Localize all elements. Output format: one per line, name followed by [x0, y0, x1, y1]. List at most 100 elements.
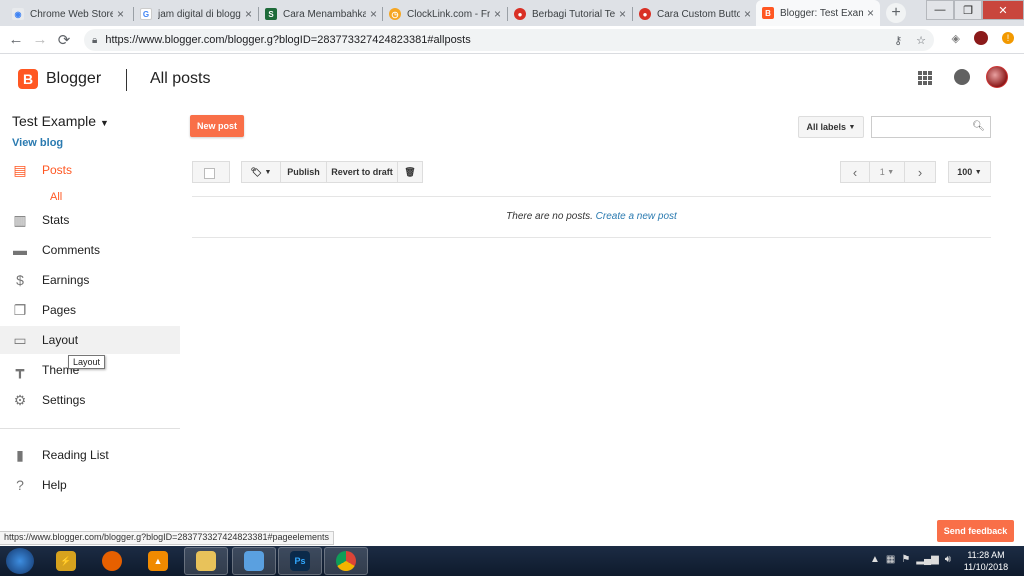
dollar-icon: $ [16, 272, 24, 288]
sidebar-item-earnings[interactable]: $ Earnings [0, 266, 180, 294]
close-tab-icon[interactable]: × [619, 7, 626, 21]
next-page-button[interactable]: › [904, 161, 936, 183]
signal-icon[interactable]: ▂▄▆ [916, 554, 938, 565]
volume-icon[interactable]: 🔊︎ [945, 554, 951, 565]
search-icon[interactable]: 🔍︎ [972, 121, 985, 132]
page-number: 1 [879, 167, 885, 177]
sidebar-item-pages[interactable]: ❐ Pages [0, 296, 180, 324]
restore-button[interactable]: ❐ [954, 0, 982, 20]
page-size-select[interactable]: 100 ▼ [948, 161, 991, 183]
sidebar-item-reading-list[interactable]: ▮ Reading List [0, 441, 180, 469]
help-icon: ? [16, 477, 24, 493]
taskbar-app-chrome[interactable] [324, 547, 368, 575]
flag-icon[interactable]: ⚑ [901, 554, 910, 565]
prev-page-button[interactable]: ‹ [840, 161, 870, 183]
clock-icon: ◷ [389, 8, 401, 20]
taskbar-app-desktop[interactable] [232, 547, 276, 575]
tab-cara-menambahkan[interactable]: S Cara Menambahka × [259, 2, 383, 26]
sidebar-item-label: Layout [42, 333, 79, 347]
sidebar: Test Example ▼ View blog ▤ Posts All ▥ Sta… [0, 103, 180, 543]
app-header: B Blogger All posts [0, 55, 1024, 103]
tab-title: Berbagi Tutorial Te [532, 8, 615, 20]
revert-to-draft-button[interactable]: Revert to draft [326, 161, 398, 183]
taskbar-app-explorer[interactable] [184, 547, 228, 575]
url-bar[interactable]: 🔒︎ https://www.blogger.com/blogger.g?blo… [84, 29, 934, 51]
view-blog-link[interactable]: View blog [12, 137, 63, 149]
blog-name: Test Example [12, 113, 97, 129]
tab-title: jam digital di blogg [158, 8, 241, 20]
tab-cara-custom-button[interactable]: ● Cara Custom Butto × [633, 2, 757, 26]
pages-icon: ❐ [13, 301, 27, 318]
tab-clocklink[interactable]: ◷ ClockLink.com - Fre × [383, 2, 507, 26]
send-feedback-button[interactable]: Send feedback [937, 520, 1014, 542]
star-icon[interactable]: ☆ [916, 34, 926, 47]
sidebar-item-label: Comments [42, 243, 101, 257]
update-icon[interactable]: ! [1002, 32, 1014, 44]
key-icon[interactable]: ⚷ [894, 34, 902, 47]
sidebar-item-label: Pages [42, 303, 77, 317]
tab-title: Chrome Web Store [30, 8, 113, 20]
forward-arrow-icon[interactable]: → [28, 31, 52, 48]
close-tab-icon[interactable]: × [744, 7, 751, 21]
sidebar-item-stats[interactable]: ▥ Stats [0, 206, 180, 234]
tab-berbagi-tutorial[interactable]: ● Berbagi Tutorial Te × [508, 2, 632, 26]
tab-chrome-web-store[interactable]: ◉ Chrome Web Store × [6, 2, 130, 26]
new-tab-button[interactable]: + [886, 3, 906, 23]
close-tab-icon[interactable]: × [867, 6, 874, 20]
taskbar-app-photoshop[interactable]: Ps [278, 547, 322, 575]
empty-state-message: There are no posts. Create a new post [192, 211, 991, 222]
close-tab-icon[interactable]: × [370, 7, 377, 21]
sidebar-item-posts[interactable]: ▤ Posts [0, 156, 180, 184]
label-dropdown-button[interactable]: 🏷︎ ▼ [241, 161, 281, 183]
delete-button[interactable]: 🗑︎ [397, 161, 423, 183]
blog-selector[interactable]: Test Example ▼ [12, 113, 109, 129]
blogger-logo-icon[interactable]: B [18, 69, 38, 89]
posts-icon: ▤ [13, 161, 27, 178]
taskbar-app-vlc[interactable]: ▲ [136, 547, 180, 575]
sidebar-item-comments[interactable]: ▬ Comments [0, 236, 180, 264]
page-title: All posts [150, 70, 211, 87]
gear-icon: ⚙ [13, 391, 27, 408]
sidebar-item-settings[interactable]: ⚙ Settings [0, 386, 180, 414]
select-all-checkbox[interactable] [204, 168, 215, 179]
search-input[interactable]: 🔍︎ [871, 116, 991, 138]
all-labels-dropdown[interactable]: All labels ▼ [798, 116, 864, 138]
clock-time: 11:28 AM [967, 550, 1005, 560]
new-post-button[interactable]: New post [190, 115, 244, 137]
tab-blogger-active[interactable]: B Blogger: Test Examp × [756, 0, 880, 26]
close-tab-icon[interactable]: × [494, 7, 501, 21]
sidebar-subitem-all[interactable]: All [50, 191, 62, 203]
start-button[interactable] [6, 548, 34, 574]
sidebar-item-help[interactable]: ? Help [0, 471, 180, 499]
clock-date: 11/10/2018 [963, 562, 1009, 572]
sidebar-item-layout[interactable]: ▭ Layout [0, 326, 180, 354]
taskbar-clock[interactable]: 11:28 AM 11/10/2018 [956, 549, 1016, 573]
network-icon[interactable]: ▦ [886, 554, 895, 565]
all-labels-label: All labels [806, 122, 847, 132]
vlc-cone-icon: ▲ [148, 551, 168, 571]
paint-roller-icon: ┳ [15, 361, 25, 378]
publish-button[interactable]: Publish [280, 161, 327, 183]
sidebar-item-label: Posts [42, 163, 73, 177]
back-arrow-icon[interactable]: ← [4, 31, 28, 48]
tray-arrow-icon[interactable]: ▲ [870, 554, 880, 565]
taskbar-app-winamp[interactable]: ⚡ [44, 547, 88, 575]
extension-icon[interactable]: ◈ [952, 32, 960, 45]
minimize-button[interactable]: — [926, 0, 954, 20]
close-tab-icon[interactable]: × [117, 7, 124, 21]
target-icon: ● [639, 8, 651, 20]
sidebar-item-label: Help [42, 478, 67, 492]
notifications-icon[interactable] [954, 69, 970, 85]
table-divider [192, 196, 991, 197]
apps-grid-icon[interactable] [918, 71, 932, 85]
taskbar-app-firefox[interactable] [90, 547, 134, 575]
reload-icon[interactable]: ⟳ [52, 31, 76, 49]
create-new-post-link[interactable]: Create a new post [596, 211, 677, 222]
tab-jam-digital[interactable]: Gjam digital di blogg × [134, 2, 258, 26]
close-tab-icon[interactable]: × [245, 7, 252, 21]
profile-avatar-icon[interactable] [974, 31, 988, 45]
avatar[interactable] [986, 66, 1008, 88]
status-bar-url: https://www.blogger.com/blogger.g?blogID… [0, 531, 334, 545]
close-window-button[interactable]: ✕ [982, 0, 1024, 20]
page-select[interactable]: 1 ▼ [869, 161, 905, 183]
